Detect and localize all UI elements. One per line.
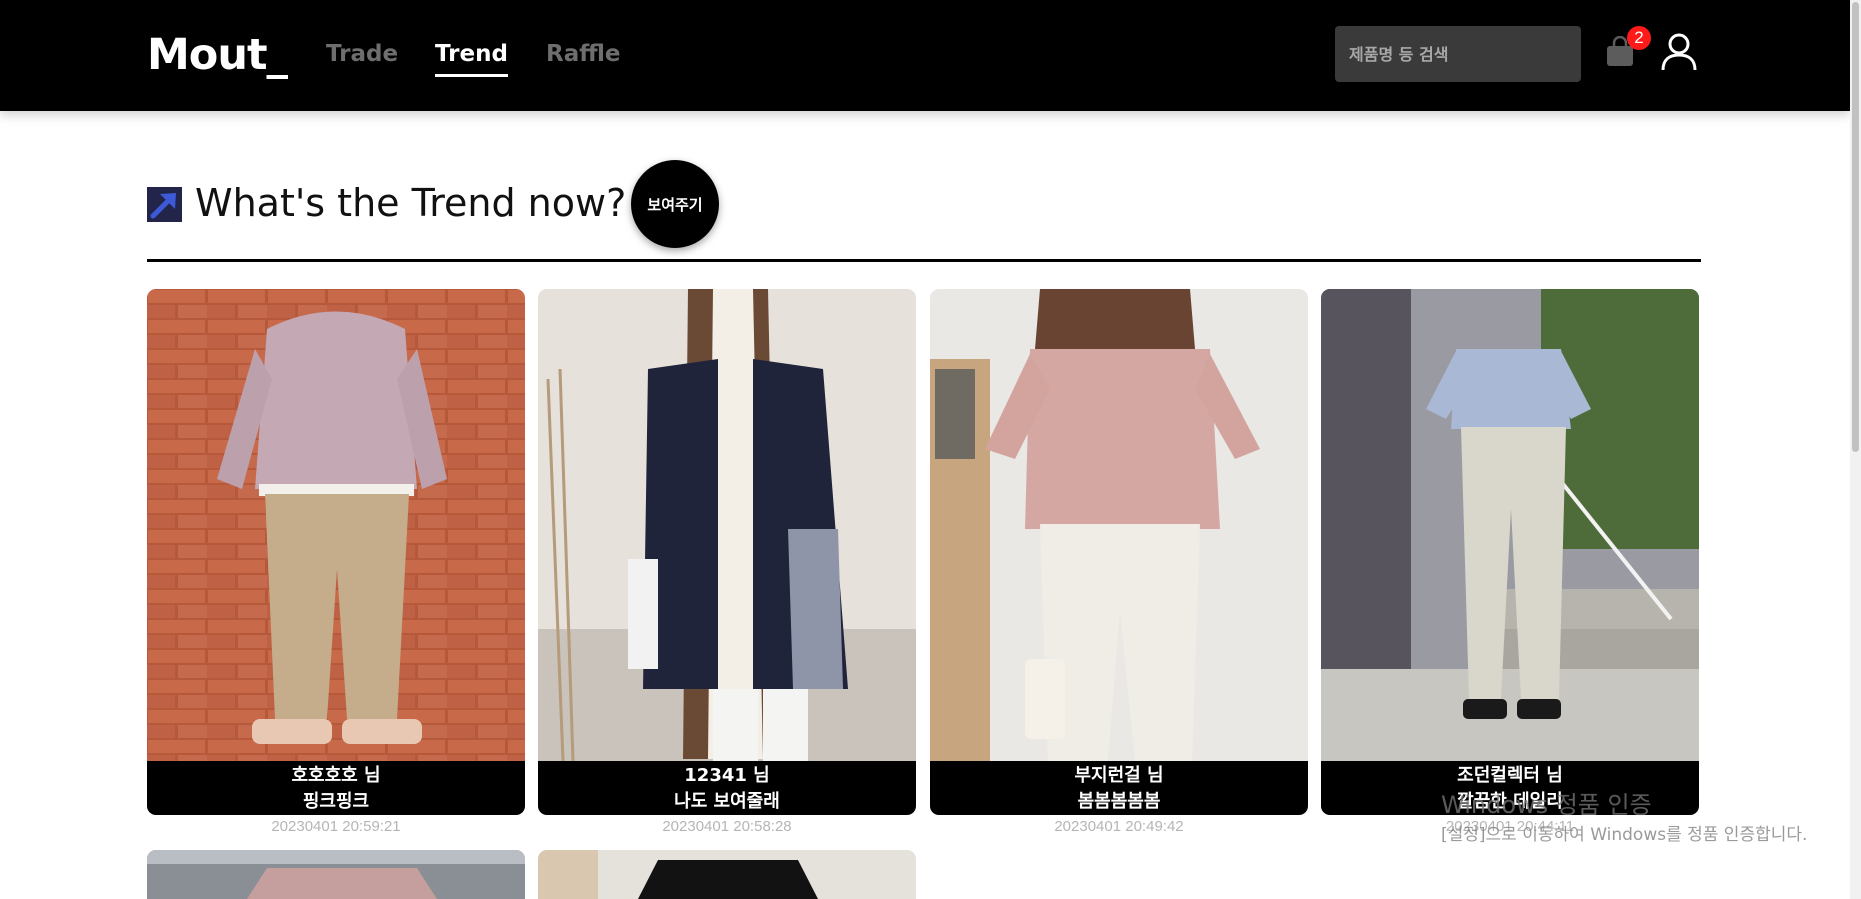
search-input[interactable] bbox=[1335, 26, 1581, 82]
post-date: 20230401 20:59:21 bbox=[271, 818, 401, 835]
tab-trade[interactable]: Trade bbox=[326, 38, 398, 70]
post-caption: 부지런걸 님 봄봄봄봄봄 bbox=[930, 761, 1308, 815]
show-button[interactable]: 보여주기 bbox=[631, 160, 719, 248]
cart-count-badge: 2 bbox=[1627, 26, 1651, 50]
post-image[interactable] bbox=[1321, 289, 1699, 761]
post-card-partial[interactable] bbox=[147, 850, 525, 899]
post-title: 봄봄봄봄봄 bbox=[1077, 791, 1161, 812]
scrollbar-thumb[interactable] bbox=[1852, 2, 1859, 452]
post-caption: 조던컬렉터 님 깔끔한 데일리 bbox=[1321, 761, 1699, 815]
page-title: What's the Trend now? bbox=[195, 181, 627, 225]
post-author: 12341 님 bbox=[684, 765, 770, 786]
post-caption: 12341 님 나도 보여줄래 bbox=[538, 761, 916, 815]
cart-button[interactable]: 2 bbox=[1605, 26, 1651, 72]
post-date: 20230401 20:44:11 bbox=[1445, 818, 1575, 835]
post-author: 조던컬렉터 님 bbox=[1457, 765, 1563, 786]
post-title: 깔끔한 데일리 bbox=[1457, 791, 1563, 812]
post-title: 핑크핑크 bbox=[302, 791, 370, 812]
post-image[interactable] bbox=[930, 289, 1308, 761]
section-divider bbox=[147, 259, 1701, 262]
post-image[interactable] bbox=[147, 289, 525, 761]
post-date: 20230401 20:58:28 bbox=[662, 818, 792, 835]
site-logo[interactable]: Mout_ bbox=[147, 28, 288, 82]
post-author: 부지런걸 님 bbox=[1074, 765, 1164, 786]
post-title: 나도 보여줄래 bbox=[674, 791, 780, 812]
post-date: 20230401 20:49:42 bbox=[1054, 818, 1184, 835]
post-image[interactable] bbox=[538, 289, 916, 761]
trend-arrow-icon bbox=[147, 187, 182, 222]
post-caption: 호호호호 님 핑크핑크 bbox=[147, 761, 525, 815]
post-author: 호호호호 님 bbox=[291, 765, 381, 786]
tab-trend[interactable]: Trend bbox=[435, 38, 508, 77]
top-navigation-bar: Mout_ Trade Trend Raffle 2 bbox=[0, 0, 1850, 111]
user-icon[interactable] bbox=[1660, 32, 1698, 72]
vertical-scrollbar[interactable] bbox=[1850, 0, 1861, 899]
tab-raffle[interactable]: Raffle bbox=[546, 38, 621, 70]
post-card-partial[interactable] bbox=[538, 850, 916, 899]
